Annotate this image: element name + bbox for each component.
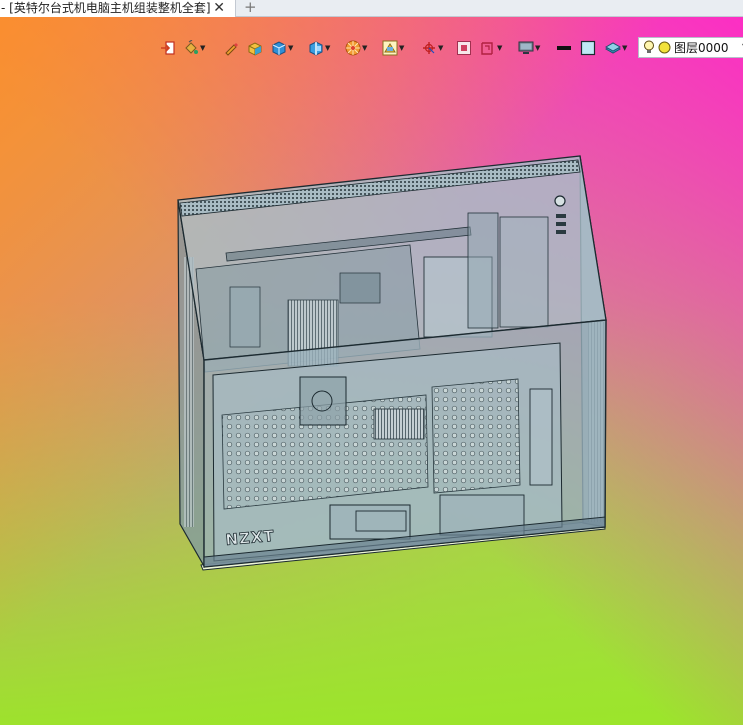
pc-case-model[interactable]: NZXT [0,17,743,725]
audio-port [556,230,566,234]
3d-viewport[interactable]: ▼ ▼ ▼ ▼ ▼ ▼ ▼ ▼ ▼ 图层0000 NZXT [0,17,743,725]
drive-cage [467,212,499,329]
new-tab-button[interactable]: + [244,0,257,15]
document-tab-title: - [英特尔台式机电脑主机组装整机全套] [1,1,211,15]
close-tab-icon[interactable]: ✕ [213,0,225,16]
ram-slots [229,286,261,348]
power-button-icon [554,195,566,207]
cpu-fan [299,376,347,426]
heatsink [373,408,425,440]
front-io-bracket [529,388,553,486]
drive-bay [329,504,411,540]
chipset [339,272,381,304]
front-fan-grille-right [431,378,521,494]
usb-port [556,222,566,226]
rear-bracket [499,216,549,328]
usb-port [556,214,566,218]
document-tab-bar: - [英特尔台式机电脑主机组装整机全套] ✕ + [0,0,743,17]
left-panel-vents [184,257,194,527]
document-tab[interactable]: - [英特尔台式机电脑主机组装整机全套] ✕ [0,0,236,17]
